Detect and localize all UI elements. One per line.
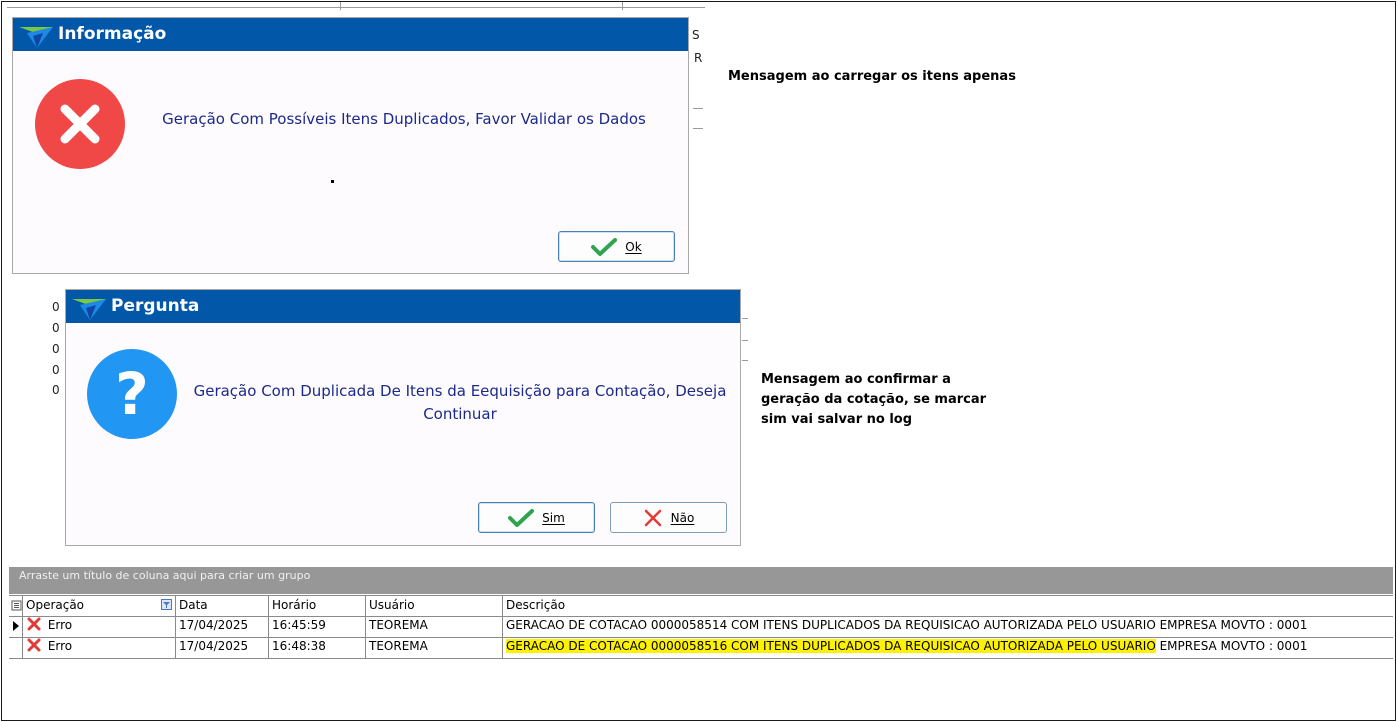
bg-fragment-0: 0 — [52, 321, 60, 335]
row-indicator[interactable] — [9, 637, 23, 658]
filter-icon[interactable] — [161, 599, 172, 610]
ok-button[interactable]: Ok — [558, 231, 675, 262]
question-message-line-1: Geração Com Duplicada De Itens da Eequis… — [193, 382, 727, 400]
column-chooser-icon — [11, 600, 22, 611]
bg-fragment-0: 0 — [52, 383, 60, 397]
info-dialog: Informação Geração Com Possíveis Itens D… — [12, 17, 689, 274]
checkmark-icon — [508, 508, 535, 527]
question-dialog-title: Pergunta — [111, 296, 200, 316]
error-cross-icon — [27, 617, 41, 631]
note-info-dialog: Mensagem ao carregar os itens apenas — [728, 69, 1016, 84]
cell-horario: 16:45:59 — [269, 616, 366, 637]
svg-text:?: ? — [115, 360, 149, 428]
cell-operacao: Erro — [23, 637, 176, 658]
cell-usuario: TEOREMA — [366, 616, 503, 637]
no-button-label: Não — [670, 510, 695, 525]
ok-button-label: Ok — [625, 239, 642, 254]
column-header-label: Horário — [272, 598, 317, 612]
question-dialog-message: Geração Com Duplicada De Itens da Eequis… — [186, 380, 734, 426]
cell-horario: 16:48:38 — [269, 637, 366, 658]
column-header-operacao[interactable]: Operação — [23, 596, 176, 616]
operacao-text: Erro — [47, 639, 73, 653]
cursor-dot — [331, 180, 334, 183]
column-header-horario[interactable]: Horário — [269, 596, 366, 616]
column-header-label: Operação — [26, 598, 85, 612]
group-by-hint: Arraste um título de coluna aqui para cr… — [19, 569, 311, 582]
question-dialog-titlebar[interactable]: Pergunta — [66, 290, 740, 323]
note-line-3: sim vai salvar no log — [761, 412, 913, 427]
app-logo-icon — [19, 27, 53, 48]
column-header-label: Descrição — [506, 598, 566, 612]
yes-button[interactable]: Sim — [478, 502, 595, 533]
error-cross-icon — [27, 638, 41, 652]
cell-descricao: GERACAO DE COTACAO 0000058514 COM ITENS … — [506, 618, 1308, 632]
column-header-label: Usuário — [369, 598, 415, 612]
bg-fragment-s: S — [692, 28, 700, 42]
question-dialog: Pergunta ? Geração Com Duplicada De Iten… — [65, 289, 741, 546]
note-line-1: Mensagem ao confirmar a — [761, 372, 951, 387]
description-rest: EMPRESA MOVTO : 0001 — [1155, 639, 1308, 653]
note-line-2: geração da cotação, se marcar — [761, 392, 987, 407]
note-question-dialog: Mensagem ao confirmar a geração da cotaç… — [761, 370, 986, 430]
question-message-line-2: Continuar — [423, 405, 497, 423]
cell-operacao: Erro — [23, 616, 176, 637]
row-indicator[interactable] — [9, 616, 23, 637]
yes-button-label: Sim — [542, 510, 565, 525]
column-header-label: Data — [179, 598, 208, 612]
info-dialog-title: Informação — [58, 24, 167, 44]
column-header-usuario[interactable]: Usuário — [366, 596, 503, 616]
info-dialog-titlebar[interactable]: Informação — [13, 18, 688, 51]
info-dialog-message: Geração Com Possíveis Itens Duplicados, … — [162, 110, 646, 128]
operacao-text: Erro — [47, 618, 73, 632]
table-row[interactable]: Erro 17/04/2025 16:45:59 TEOREMA GERACAO… — [9, 616, 1393, 638]
row-pointer-icon — [13, 621, 19, 631]
grid-header: Operação Data Horário Usuário Descrição — [9, 595, 1393, 617]
app-logo-icon — [72, 299, 106, 320]
cell-data: 17/04/2025 — [176, 616, 269, 637]
column-header-descricao[interactable]: Descrição — [503, 596, 1393, 616]
column-chooser-button[interactable] — [9, 596, 23, 616]
table-row[interactable]: Erro 17/04/2025 16:48:38 TEOREMA GERACAO… — [9, 637, 1393, 659]
cell-descricao: GERACAO DE COTACAO 0000058516 COM ITENS … — [503, 637, 1393, 658]
cross-icon — [644, 509, 661, 526]
column-header-data[interactable]: Data — [176, 596, 269, 616]
checkmark-icon — [591, 237, 618, 256]
cell-data: 17/04/2025 — [176, 637, 269, 658]
error-x-icon — [35, 79, 125, 169]
question-mark-icon: ? — [87, 349, 177, 439]
bg-fragment-r: R — [694, 51, 703, 65]
bg-fragment-0: 0 — [52, 342, 60, 356]
bg-fragment-0: 0 — [52, 300, 60, 314]
cell-usuario: TEOREMA — [366, 637, 503, 658]
group-by-area[interactable]: Arraste um título de coluna aqui para cr… — [9, 567, 1393, 594]
no-button[interactable]: Não — [610, 502, 727, 533]
bg-fragment-0: 0 — [52, 363, 60, 377]
highlighted-text: GERACAO DE COTACAO 0000058516 COM ITENS … — [506, 639, 1156, 653]
log-grid: Arraste um título de coluna aqui para cr… — [9, 567, 1393, 692]
